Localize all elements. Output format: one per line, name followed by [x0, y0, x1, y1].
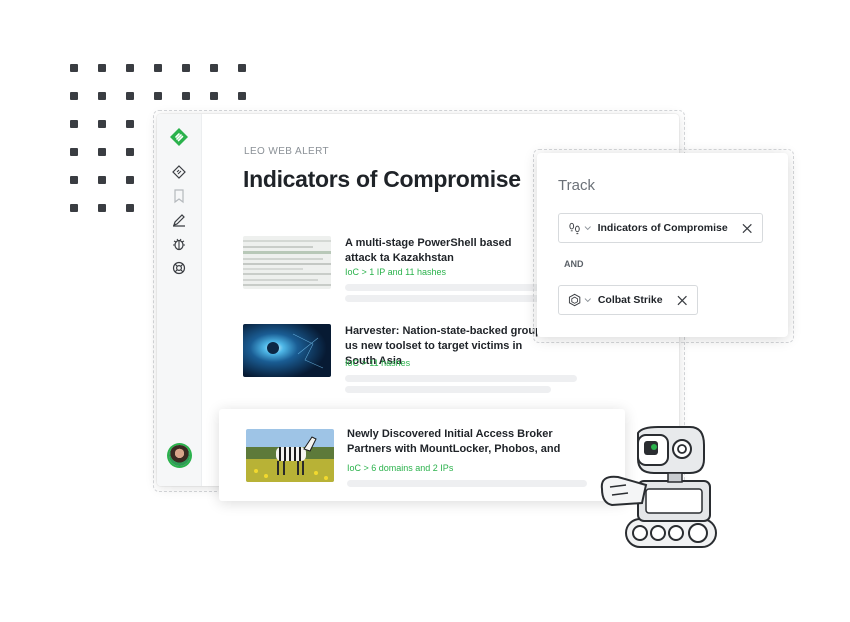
decorative-dot — [98, 204, 106, 212]
decorative-dot — [126, 204, 134, 212]
leo-robot-mascot-icon — [600, 426, 717, 548]
featured-article-card[interactable]: Newly Discovered Initial Access Broker P… — [219, 409, 625, 501]
decorative-dot — [70, 92, 78, 100]
decorative-dot — [70, 64, 78, 72]
sidebar — [157, 114, 202, 486]
bookmark-icon[interactable] — [171, 188, 187, 204]
chevron-down-icon[interactable] — [584, 296, 592, 304]
article-thumbnail-code — [243, 236, 331, 289]
decorative-dot — [70, 148, 78, 156]
feedly-logo-icon[interactable] — [169, 127, 189, 147]
and-operator: AND — [564, 259, 584, 269]
decorative-dot — [154, 92, 162, 100]
decorative-dot — [210, 64, 218, 72]
decorative-dot — [182, 92, 190, 100]
track-chip-label: Colbat Strike — [597, 294, 663, 306]
decorative-dot — [154, 64, 162, 72]
decorative-dot — [98, 148, 106, 156]
page-overline: LEO WEB ALERT — [244, 146, 330, 157]
track-title: Track — [558, 177, 595, 194]
decorative-dot — [70, 176, 78, 184]
decorative-dot — [98, 120, 106, 128]
decorative-dot — [210, 92, 218, 100]
page-title: Indicators of Compromise — [243, 166, 521, 192]
decorative-dot — [126, 64, 134, 72]
article-thumbnail-eye — [243, 324, 331, 377]
text-placeholder — [345, 386, 551, 393]
bug-icon[interactable] — [171, 236, 187, 252]
threat-actor-icon — [568, 293, 581, 307]
footprints-icon — [569, 222, 580, 235]
track-chip-cobalt-strike[interactable]: Colbat Strike — [558, 285, 698, 315]
decorative-dot — [98, 92, 106, 100]
close-icon[interactable] — [742, 223, 752, 234]
text-placeholder — [345, 375, 577, 382]
article-ioc[interactable]: IoC > 6 domains and 2 IPs — [347, 463, 453, 473]
decorative-dot — [70, 120, 78, 128]
decorative-dot — [182, 64, 190, 72]
decorative-dot — [126, 176, 134, 184]
decorative-dot — [126, 148, 134, 156]
track-chip-label: Indicators of Compromise — [597, 222, 728, 234]
close-icon[interactable] — [677, 295, 687, 306]
article-thumbnail-zebra — [246, 429, 334, 482]
text-placeholder — [347, 480, 587, 487]
decorative-dot — [98, 64, 106, 72]
user-avatar[interactable] — [169, 445, 190, 466]
article-ioc[interactable]: IoC > 1 IP and 11 hashes — [345, 267, 446, 277]
decorative-dot — [98, 176, 106, 184]
decorative-dot — [238, 92, 246, 100]
decorative-dot — [126, 92, 134, 100]
decorative-dot — [70, 204, 78, 212]
leo-icon[interactable] — [171, 164, 187, 180]
pencil-icon[interactable] — [171, 212, 187, 228]
track-panel: Track Indicators of Compromise AND Colba… — [537, 153, 788, 337]
article-title[interactable]: Newly Discovered Initial Access Broker P… — [347, 427, 577, 457]
decorative-dot — [238, 64, 246, 72]
chevron-down-icon[interactable] — [584, 224, 591, 232]
article-title[interactable]: A multi-stage PowerShell based attack ta… — [345, 236, 545, 266]
lifebuoy-icon[interactable] — [171, 260, 187, 276]
decorative-dot — [126, 120, 134, 128]
track-chip-indicators[interactable]: Indicators of Compromise — [558, 213, 763, 243]
article-ioc[interactable]: IoC > 11 hashes — [345, 358, 410, 368]
